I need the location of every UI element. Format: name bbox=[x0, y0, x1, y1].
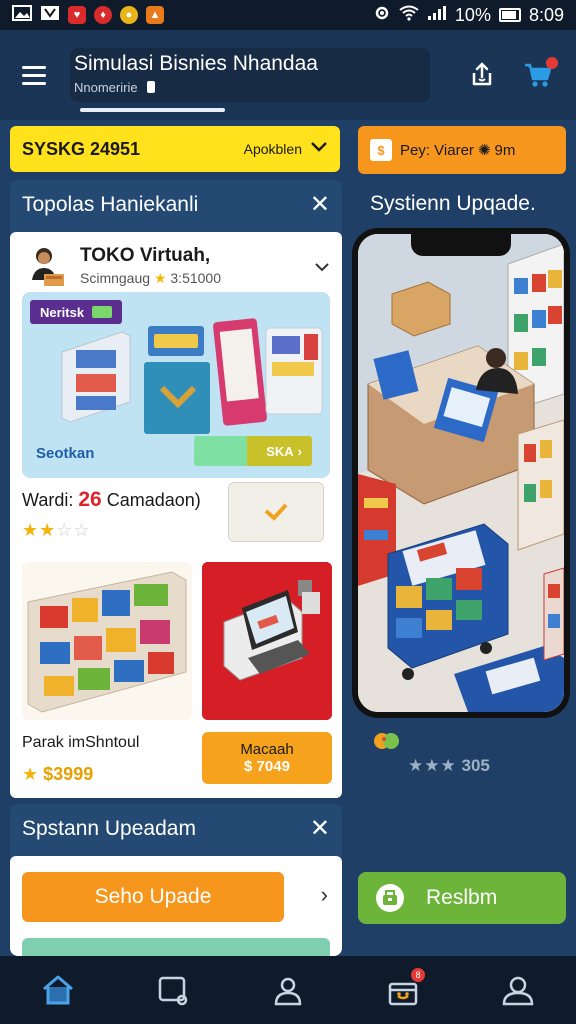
payment-bar[interactable]: $ Pey: Viarer ✺ 9m bbox=[358, 126, 566, 174]
panel-title: Spstann Upeadam bbox=[22, 817, 196, 840]
red-app-icon: ♥ bbox=[68, 6, 86, 24]
clock: 8:09 bbox=[528, 4, 564, 25]
store-icon bbox=[376, 884, 404, 912]
title-underline bbox=[80, 108, 225, 112]
app-title: Simulasi Bisnies Nhandaa bbox=[74, 52, 318, 75]
app-header: Simulasi Bisnies Nhandaa Nnomeririe bbox=[0, 30, 576, 120]
payment-label: Pey: Viarer bbox=[400, 141, 474, 159]
menu-icon[interactable] bbox=[14, 55, 54, 95]
apply-label[interactable]: Apokblen bbox=[244, 141, 302, 157]
phone-notch bbox=[411, 234, 511, 256]
status-bar: ♥ ♦ ● ▲ 10% 8:09 bbox=[0, 0, 576, 30]
star-rating: ★★★ bbox=[408, 756, 457, 775]
star-icon: ★ bbox=[153, 270, 167, 286]
buy-button-label: Macaah bbox=[240, 741, 294, 758]
star-empty-icon: ☆ bbox=[73, 520, 91, 540]
star-filled-icon: ★ bbox=[440, 756, 457, 775]
cart-badge bbox=[546, 57, 558, 69]
battery-icon bbox=[498, 8, 521, 22]
close-icon[interactable]: ✕ bbox=[310, 817, 330, 841]
bottom-nav: 8 bbox=[0, 956, 576, 1024]
check-icon bbox=[264, 503, 288, 521]
app-subtitle: Nnomeririe bbox=[74, 80, 426, 95]
account-icon[interactable] bbox=[498, 970, 538, 1010]
store-subtitle: Scimngaug ★ 3:51000 bbox=[80, 270, 221, 286]
wifi-icon bbox=[399, 5, 419, 26]
star-filled-icon: ★ bbox=[408, 756, 425, 775]
battery-percent: 10% bbox=[454, 4, 491, 25]
update-card: Seho Upade › bbox=[10, 856, 342, 956]
promo-code-bar[interactable]: SYSKG 24951 Apokblen bbox=[10, 126, 340, 172]
timer-icon: ✺ bbox=[477, 142, 491, 159]
payment-time: 9m bbox=[494, 141, 516, 159]
star-filled-icon: ★ bbox=[424, 756, 441, 775]
orange-app-icon: ▲ bbox=[146, 6, 164, 24]
panel-title: Topolas Haniekanli bbox=[22, 193, 199, 216]
share-icon[interactable] bbox=[466, 59, 498, 91]
image-icon bbox=[12, 4, 32, 26]
chevron-down-icon[interactable] bbox=[310, 140, 328, 158]
right-rating: ★★★ 305 bbox=[408, 756, 490, 775]
result-button-label: Reslbm bbox=[426, 886, 498, 909]
product-price: ★ $3999 bbox=[22, 764, 94, 784]
buy-button[interactable]: Macaah $ 7049 bbox=[202, 732, 332, 784]
home-icon[interactable] bbox=[38, 970, 78, 1010]
settings-icon bbox=[373, 4, 391, 27]
red-app-icon: ♦ bbox=[94, 6, 112, 24]
star-filled-icon: ★ bbox=[39, 520, 57, 540]
chevron-down-icon[interactable] bbox=[314, 256, 330, 277]
phone-screen bbox=[358, 234, 564, 712]
promo-tag: Neritsk bbox=[30, 300, 123, 324]
system-update-panel: Spstann Upeadam ✕ Seho Upade › bbox=[10, 804, 342, 956]
star-icon: ★ bbox=[22, 764, 39, 784]
star-filled-icon: ★ bbox=[22, 520, 40, 540]
red-app-icon bbox=[40, 5, 60, 26]
chevron-right-icon[interactable]: › bbox=[321, 882, 328, 908]
promo-banner[interactable]: Neritsk Seotkan SKA › bbox=[22, 292, 330, 478]
chevron-right-icon: › bbox=[297, 443, 302, 459]
promo-section-label: Seotkan bbox=[36, 445, 95, 462]
star-empty-icon: ☆ bbox=[56, 520, 74, 540]
product-image-shelves[interactable] bbox=[22, 562, 192, 720]
wallet-icon: $ bbox=[370, 139, 392, 161]
checkbox[interactable] bbox=[228, 482, 324, 542]
promo-button[interactable]: SKA › bbox=[194, 436, 312, 466]
lock-icon bbox=[147, 81, 156, 93]
gift-icon[interactable]: 8 bbox=[383, 968, 426, 1010]
avatar bbox=[32, 248, 64, 286]
yellow-app-icon: ● bbox=[120, 6, 138, 24]
price-row: Wardi: 26 Camadaon) ★★☆☆ bbox=[22, 482, 332, 558]
title-box: Simulasi Bisnies Nhandaa Nnomeririe bbox=[70, 48, 430, 102]
notification-badge: 8 bbox=[411, 968, 426, 982]
store-header[interactable]: TOKO Virtuah, Scimngaug ★ 3:51000 bbox=[10, 232, 342, 290]
result-button[interactable]: Reslbm bbox=[358, 872, 566, 924]
tag-icon bbox=[372, 730, 402, 752]
promo-code: SYSKG 24951 bbox=[22, 138, 141, 159]
store-name: TOKO Virtuah, bbox=[80, 245, 211, 266]
product-name: Parak imShntoul bbox=[22, 734, 140, 751]
system-update-title: Systienn Upqade. bbox=[370, 192, 536, 215]
phone-preview[interactable] bbox=[352, 228, 570, 718]
chat-icon[interactable] bbox=[153, 970, 193, 1010]
signal-icon bbox=[427, 5, 447, 26]
update-preview bbox=[22, 938, 330, 956]
cart-icon[interactable] bbox=[522, 57, 558, 91]
profile-icon[interactable] bbox=[268, 970, 308, 1010]
store-card: TOKO Virtuah, Scimngaug ★ 3:51000 Nerits… bbox=[10, 232, 342, 798]
product-image-laptop[interactable] bbox=[202, 562, 332, 720]
update-button[interactable]: Seho Upade bbox=[22, 872, 284, 922]
store-panel: Topolas Haniekanli ✕ TOKO Virtuah, Scimn… bbox=[10, 180, 342, 798]
store-scene-illustration bbox=[358, 234, 564, 712]
buy-button-price: $ 7049 bbox=[244, 758, 290, 775]
close-icon[interactable]: ✕ bbox=[310, 193, 330, 217]
